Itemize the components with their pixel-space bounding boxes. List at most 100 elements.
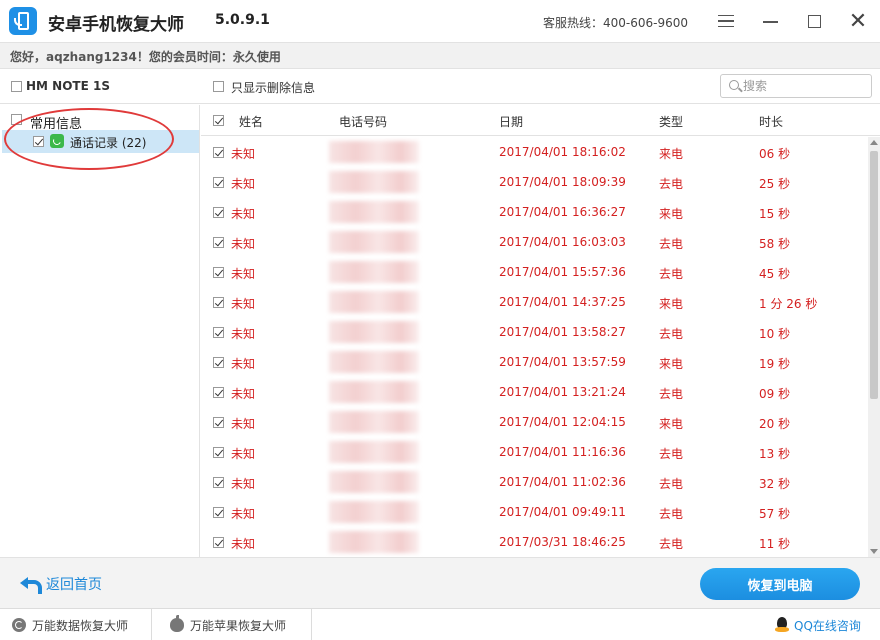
table-row[interactable]: 未知 2017/04/01 13:58:27 去电 10 秒 [201,317,867,347]
cell-date: 2017/04/01 13:57:59 [499,355,626,369]
cell-date: 2017/04/01 11:02:36 [499,475,626,489]
scroll-down-icon[interactable] [870,549,878,554]
scroll-thumb[interactable] [870,151,878,399]
data-recovery-icon [12,618,26,632]
hamburger-icon [718,15,734,27]
recover-to-pc-button[interactable]: 恢复到电脑 [700,568,860,600]
cell-phone-redacted [329,261,419,283]
table-row[interactable]: 未知 2017/04/01 12:04:15 来电 20 秒 [201,407,867,437]
row-checkbox[interactable] [213,177,224,188]
cell-duration: 57 秒 [759,507,791,521]
back-home-link[interactable]: 返回首页 [20,574,102,594]
cell-phone-redacted [329,141,419,163]
scroll-up-icon[interactable] [870,140,878,145]
device-bar: HM NOTE 1S 只显示删除信息 [0,69,880,104]
cell-phone-redacted [329,201,419,223]
minimize-button[interactable] [757,8,783,34]
tree-item-call-log[interactable]: 通话记录 (22) [2,130,199,153]
table-scrollbar[interactable] [868,137,880,557]
row-checkbox[interactable] [213,537,224,548]
table-row[interactable]: 未知 2017/04/01 14:37:25 来电 1 分 26 秒 [201,287,867,317]
qq-consult-label: QQ在线咨询 [794,618,861,633]
cell-phone-redacted [329,351,419,373]
cell-date: 2017/04/01 14:37:25 [499,295,626,309]
cell-type: 去电 [659,327,684,341]
app-logo-icon [9,7,37,35]
cell-name: 未知 [231,387,256,401]
table-row[interactable]: 未知 2017/04/01 16:03:03 去电 58 秒 [201,227,867,257]
maximize-button[interactable] [801,8,827,34]
row-checkbox[interactable] [213,267,224,278]
cell-duration: 11 秒 [759,537,791,551]
table-row[interactable]: 未知 2017/03/31 18:46:25 去电 11 秒 [201,527,867,557]
cell-type: 去电 [659,507,684,521]
row-checkbox[interactable] [213,447,224,458]
apple-icon [170,615,184,632]
member-info: 您好，aqzhang1234！您的会员时间：永久使用 [10,50,281,64]
deleted-only-checkbox[interactable] [213,81,224,92]
cell-name: 未知 [231,417,256,431]
cell-date: 2017/04/01 15:57:36 [499,265,626,279]
search-box[interactable] [720,74,872,98]
table-row[interactable]: 未知 2017/04/01 15:57:36 去电 45 秒 [201,257,867,287]
cell-duration: 06 秒 [759,147,791,161]
cell-date: 2017/04/01 13:58:27 [499,325,626,339]
cell-name: 未知 [231,147,256,161]
table-row[interactable]: 未知 2017/04/01 13:57:59 来电 19 秒 [201,347,867,377]
row-checkbox[interactable] [213,387,224,398]
cell-duration: 25 秒 [759,177,791,191]
cell-name: 未知 [231,507,256,521]
cell-duration: 45 秒 [759,267,791,281]
back-arrow-icon [20,577,42,594]
cell-date: 2017/04/01 18:09:39 [499,175,626,189]
apple-recovery-link[interactable]: 万能苹果恢复大师 [152,609,312,640]
cell-type: 来电 [659,357,684,371]
table-header: 姓名 电话号码 日期 类型 时长 [201,105,880,136]
qq-consult-link[interactable]: QQ在线咨询 [775,609,861,640]
search-input[interactable] [743,78,863,94]
column-header-date[interactable]: 日期 [499,113,523,130]
menu-button[interactable] [713,8,739,34]
cell-name: 未知 [231,357,256,371]
apple-recovery-label: 万能苹果恢复大师 [190,618,287,633]
column-header-type[interactable]: 类型 [659,113,683,130]
deleted-only-label[interactable]: 只显示删除信息 [231,79,315,96]
table-row[interactable]: 未知 2017/04/01 11:16:36 去电 13 秒 [201,437,867,467]
tree-root-checkbox[interactable] [11,114,22,125]
device-checkbox[interactable] [11,81,22,92]
column-header-phone[interactable]: 电话号码 [339,113,387,130]
row-checkbox[interactable] [213,207,224,218]
device-name: HM NOTE 1S [26,79,110,93]
row-checkbox[interactable] [213,417,224,428]
cell-duration: 10 秒 [759,327,791,341]
table-row[interactable]: 未知 2017/04/01 18:09:39 去电 25 秒 [201,167,867,197]
row-checkbox[interactable] [213,297,224,308]
column-header-name[interactable]: 姓名 [239,113,263,130]
qq-penguin-icon [775,617,789,633]
close-button[interactable]: ✕ [845,8,871,34]
row-checkbox[interactable] [213,147,224,158]
cell-phone-redacted [329,381,419,403]
cell-type: 去电 [659,537,684,551]
data-recovery-link[interactable]: 万能数据恢复大师 [12,609,152,640]
cell-name: 未知 [231,177,256,191]
row-checkbox[interactable] [213,237,224,248]
cell-duration: 15 秒 [759,207,791,221]
cell-type: 来电 [659,417,684,431]
cell-name: 未知 [231,297,256,311]
table-row[interactable]: 未知 2017/04/01 09:49:11 去电 57 秒 [201,497,867,527]
table-row[interactable]: 未知 2017/04/01 16:36:27 来电 15 秒 [201,197,867,227]
column-header-duration[interactable]: 时长 [759,113,783,130]
call-log-checkbox[interactable] [33,136,44,147]
table-row[interactable]: 未知 2017/04/01 18:16:02 来电 06 秒 [201,137,867,167]
table-row[interactable]: 未知 2017/04/01 13:21:24 去电 09 秒 [201,377,867,407]
row-checkbox[interactable] [213,477,224,488]
row-checkbox[interactable] [213,357,224,368]
table-body: 未知 2017/04/01 18:16:02 来电 06 秒未知 2017/04/01 … [201,137,867,557]
row-checkbox[interactable] [213,327,224,338]
cell-type: 去电 [659,447,684,461]
select-all-checkbox[interactable] [213,115,224,126]
table-row[interactable]: 未知 2017/04/01 11:02:36 去电 32 秒 [201,467,867,497]
row-checkbox[interactable] [213,507,224,518]
cell-name: 未知 [231,477,256,491]
